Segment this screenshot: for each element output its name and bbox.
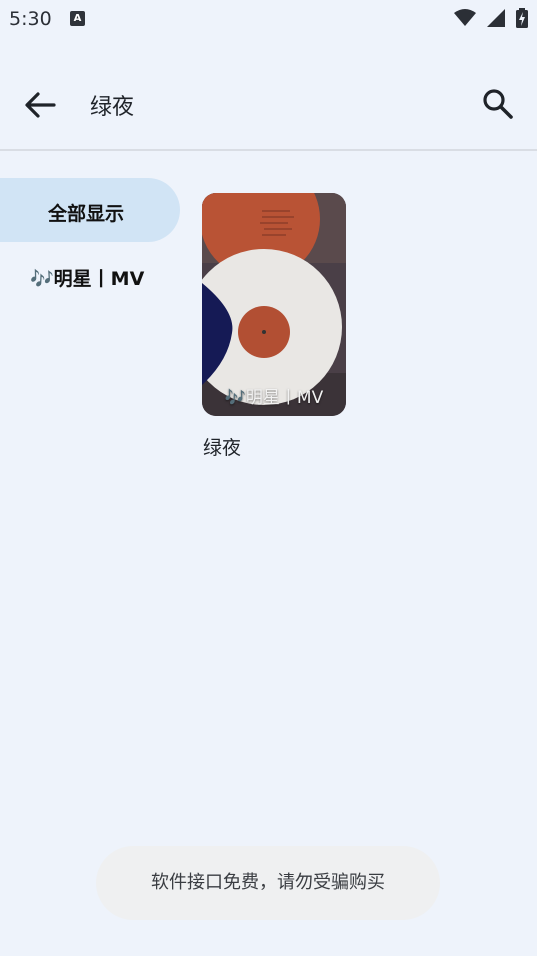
search-icon bbox=[483, 89, 513, 119]
album-card[interactable]: 🎶明星丨MV bbox=[202, 193, 346, 416]
app-bar: 绿夜 bbox=[0, 58, 537, 150]
album-title[interactable]: 绿夜 bbox=[203, 433, 241, 460]
back-button[interactable] bbox=[20, 87, 60, 123]
system-icons bbox=[449, 8, 528, 28]
category-label: 全部显示 bbox=[48, 203, 125, 225]
status-time: 5:30 bbox=[9, 8, 52, 30]
screen: 5:30 A 绿夜 全部显示 🎶明星丨MV 🎶明星丨MV 绿夜 软件接口免费，请… bbox=[0, 0, 537, 956]
search-button[interactable] bbox=[481, 87, 515, 121]
battery-charging-icon bbox=[516, 8, 528, 28]
category-label: 🎶明星丨MV bbox=[30, 268, 145, 290]
wifi-icon bbox=[453, 9, 476, 26]
app-bar-divider bbox=[0, 149, 537, 151]
category-all[interactable]: 全部显示 bbox=[0, 178, 180, 242]
page-title: 绿夜 bbox=[90, 95, 135, 120]
cell-signal-icon bbox=[486, 9, 505, 27]
arrow-left-icon bbox=[25, 92, 56, 118]
status-bar: 5:30 A bbox=[0, 0, 537, 38]
notification-icon: A bbox=[70, 11, 85, 26]
toast-message: 软件接口免费，请勿受骗购买 bbox=[96, 846, 440, 920]
category-star-mv[interactable]: 🎶明星丨MV bbox=[0, 246, 180, 310]
album-card-label: 🎶明星丨MV bbox=[224, 388, 324, 408]
